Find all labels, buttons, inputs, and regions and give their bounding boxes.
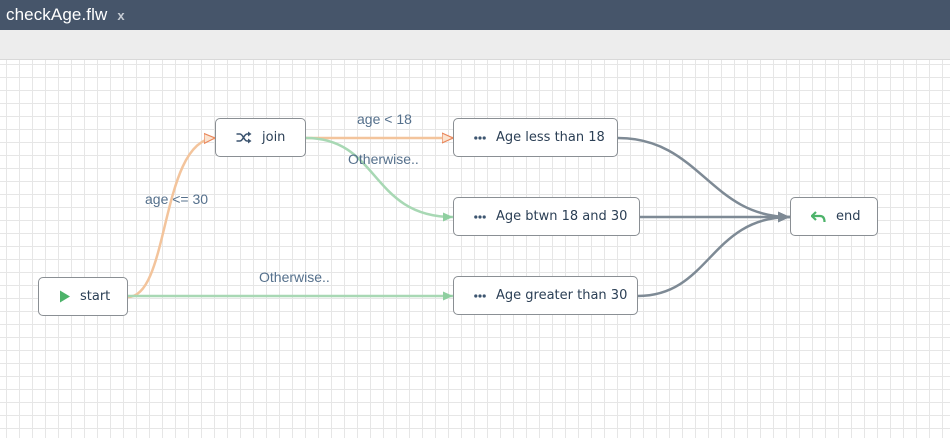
flow-canvas[interactable]: age <= 30 age < 18 Otherwise.. Otherwise… xyxy=(0,60,950,438)
edge-label-start-otherwise: Otherwise.. xyxy=(259,269,330,285)
tab-title: checkAge.flw xyxy=(6,5,108,24)
node-label: join xyxy=(262,130,286,145)
edge-age-less-end[interactable] xyxy=(617,136,791,223)
node-end[interactable]: end xyxy=(790,197,878,236)
ellipsis-icon xyxy=(474,293,486,298)
edge-age-greater-end[interactable] xyxy=(637,211,791,298)
return-arrow-icon xyxy=(811,210,826,223)
edge-label-age-lt-18: age < 18 xyxy=(357,111,412,127)
node-label: end xyxy=(836,209,861,224)
node-age-greater-than-30[interactable]: Age greater than 30 xyxy=(453,276,638,315)
node-label: Age less than 18 xyxy=(496,130,605,145)
shuffle-icon xyxy=(236,131,252,144)
file-tab[interactable]: checkAge.flw x xyxy=(0,0,133,30)
ellipsis-icon xyxy=(474,135,486,140)
node-age-btwn-18-and-30[interactable]: Age btwn 18 and 30 xyxy=(453,197,640,236)
node-join[interactable]: join xyxy=(215,118,306,157)
node-label: Age greater than 30 xyxy=(496,288,628,303)
play-icon xyxy=(59,290,71,303)
edges-layer xyxy=(127,60,791,301)
edge-join-age-btwn[interactable] xyxy=(305,136,454,222)
node-age-less-than-18[interactable]: Age less than 18 xyxy=(453,118,618,157)
node-label: start xyxy=(80,289,111,304)
node-label: Age btwn 18 and 30 xyxy=(496,209,628,224)
edge-start-join[interactable] xyxy=(127,138,215,299)
close-icon[interactable]: x xyxy=(117,8,124,23)
edge-label-age-lte-30: age <= 30 xyxy=(145,191,209,207)
tab-bar: checkAge.flw x xyxy=(0,0,950,30)
toolbar xyxy=(0,30,950,60)
edge-label-join-otherwise: Otherwise.. xyxy=(348,151,419,167)
ellipsis-icon xyxy=(474,214,486,219)
node-start[interactable]: start xyxy=(38,277,128,316)
